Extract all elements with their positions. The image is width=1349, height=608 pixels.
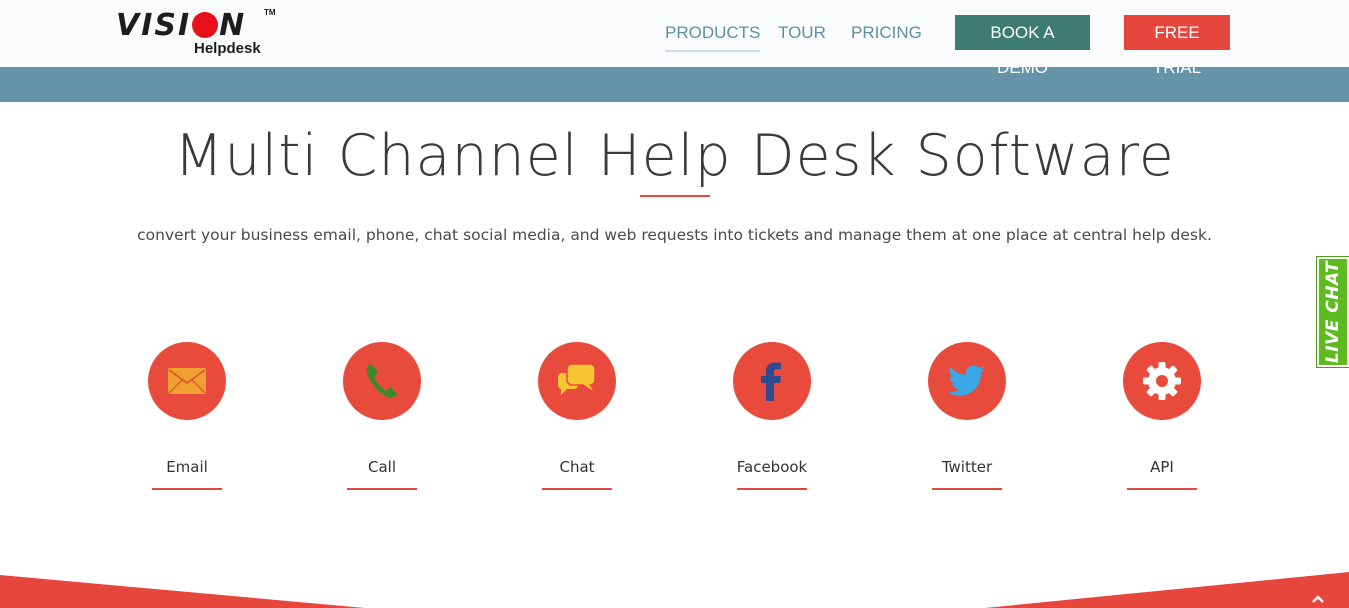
footer-red-wedge <box>0 572 1349 608</box>
main-nav: PRODUCTS TOUR PRICING BOOK A DEMO FREE T… <box>0 0 1349 77</box>
nav-products[interactable]: PRODUCTS <box>665 22 761 52</box>
envelope-icon <box>168 368 206 394</box>
chat-bubbles-icon <box>558 363 596 395</box>
channel-api[interactable]: API <box>1092 340 1232 495</box>
channel-facebook-circle[interactable] <box>733 342 811 420</box>
facebook-icon <box>761 362 781 401</box>
channel-facebook-label[interactable]: Facebook <box>702 457 842 477</box>
page-subtitle: convert your business email, phone, chat… <box>137 226 1212 244</box>
channel-chat[interactable]: Chat <box>507 340 647 495</box>
twitter-icon <box>947 365 985 396</box>
channel-twitter-label[interactable]: Twitter <box>897 457 1037 477</box>
channel-call-circle[interactable] <box>343 342 421 420</box>
channel-facebook-underline <box>737 488 807 490</box>
scroll-to-top-button[interactable] <box>1298 578 1338 608</box>
nav-tour[interactable]: TOUR <box>778 22 826 44</box>
gear-icon <box>1143 362 1181 400</box>
title-underline <box>640 195 710 197</box>
channel-twitter-underline <box>932 488 1002 490</box>
channel-call-underline <box>347 488 417 490</box>
channel-api-underline <box>1127 488 1197 490</box>
channel-chat-underline <box>542 488 612 490</box>
live-chat-label: LIVE CHAT <box>1323 260 1343 364</box>
book-demo-button[interactable]: BOOK A DEMO <box>955 15 1090 77</box>
site-header: VISI N TM Helpdesk PRODUCTS TOUR PRICING … <box>0 0 1349 77</box>
channel-chat-circle[interactable] <box>538 342 616 420</box>
channel-twitter-circle[interactable] <box>928 342 1006 420</box>
header-band <box>0 67 1349 102</box>
channel-chat-label[interactable]: Chat <box>507 457 647 477</box>
phone-icon <box>366 364 397 398</box>
channel-email-circle[interactable] <box>148 342 226 420</box>
channel-call-label[interactable]: Call <box>312 457 452 477</box>
page-title: Multi Channel Help Desk Software <box>174 123 1175 189</box>
channel-email[interactable]: Email <box>117 340 257 495</box>
live-chat-tab[interactable]: LIVE CHAT <box>1316 256 1349 368</box>
free-trial-button[interactable]: FREE TRIAL <box>1124 15 1230 77</box>
channel-list: Email Call Chat Facebook Twitter API <box>0 340 1349 500</box>
channel-api-circle[interactable] <box>1123 342 1201 420</box>
channel-email-label[interactable]: Email <box>117 457 257 477</box>
channel-call[interactable]: Call <box>312 340 452 495</box>
nav-pricing[interactable]: PRICING <box>851 22 922 44</box>
channel-email-underline <box>152 488 222 490</box>
channel-twitter[interactable]: Twitter <box>897 340 1037 495</box>
channel-facebook[interactable]: Facebook <box>702 340 842 495</box>
channel-api-label[interactable]: API <box>1092 457 1232 477</box>
